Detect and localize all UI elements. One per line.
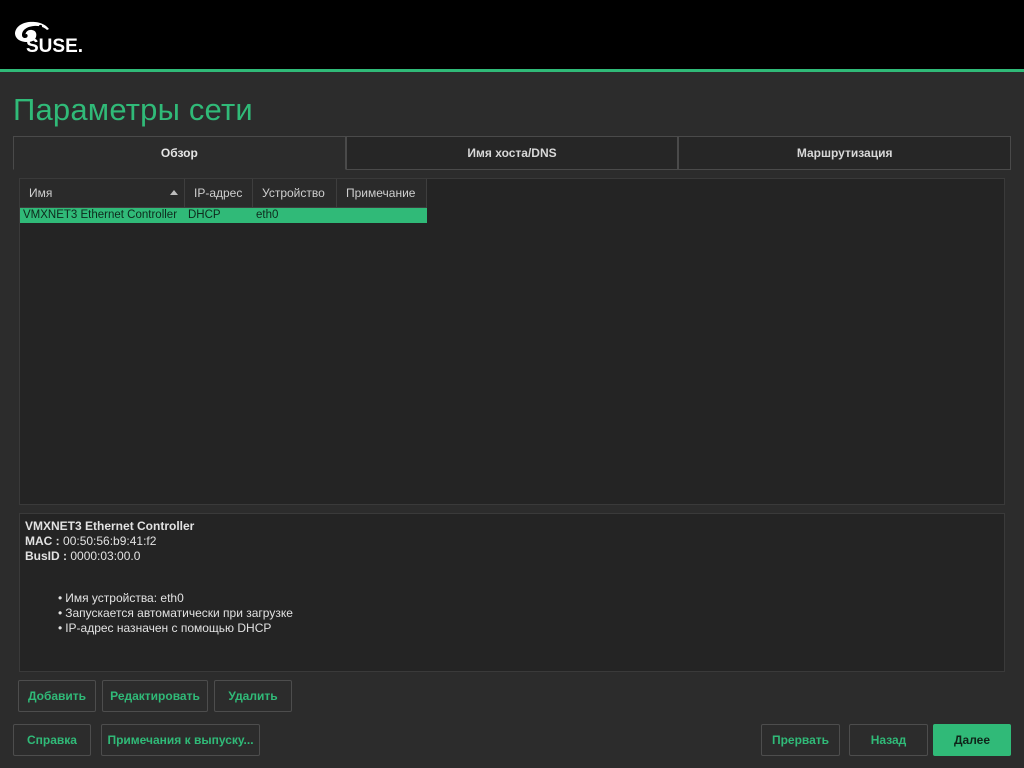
top-bar: SUSE. (0, 0, 1024, 69)
back-button[interactable]: Назад (849, 724, 928, 756)
mac-value: 00:50:56:b9:41:f2 (63, 534, 157, 548)
cell-ip: DHCP (188, 209, 221, 221)
device-title: VMXNET3 Ethernet Controller (25, 519, 195, 533)
device-properties-list: Имя устройства: eth0 Запускается автомат… (25, 591, 999, 636)
delete-button[interactable]: Удалить (214, 680, 292, 712)
table-row[interactable]: VMXNET3 Ethernet Controller DHCP eth0 (20, 208, 427, 223)
svg-text:SUSE.: SUSE. (26, 36, 83, 56)
column-header-name[interactable]: Имя (20, 179, 185, 208)
add-button[interactable]: Добавить (18, 680, 96, 712)
cell-name: VMXNET3 Ethernet Controller (23, 209, 178, 221)
mac-line: MAC : 00:50:56:b9:41:f2 (25, 534, 999, 549)
column-header-label: Примечание (346, 186, 416, 200)
mac-label: MAC : (25, 534, 60, 548)
network-devices-table: Имя IP-адрес Устройство Примечание VMXNE… (19, 178, 1005, 505)
column-header-label: IP-адрес (194, 186, 243, 200)
cell-device: eth0 (256, 209, 279, 221)
page-title: Параметры сети (13, 92, 253, 127)
header-accent-line (0, 69, 1024, 72)
edit-button[interactable]: Редактировать (102, 680, 208, 712)
column-header-note[interactable]: Примечание (337, 179, 427, 208)
next-button[interactable]: Далее (933, 724, 1011, 756)
sort-ascending-icon (170, 190, 178, 195)
busid-value: 0000:03:00.0 (70, 549, 141, 563)
tab-routing[interactable]: Маршрутизация (678, 136, 1012, 170)
list-item: IP-адрес назначен с помощью DHCP (58, 621, 999, 636)
tab-hostname-dns[interactable]: Имя хоста/DNS (345, 136, 679, 170)
list-item: Имя устройства: eth0 (58, 591, 999, 606)
tab-overview[interactable]: Обзор (13, 136, 346, 170)
column-header-label: Устройство (262, 186, 325, 200)
busid-line: BusID : 0000:03:00.0 (25, 549, 999, 564)
abort-button[interactable]: Прервать (761, 724, 840, 756)
column-header-device[interactable]: Устройство (253, 179, 337, 208)
column-header-ip[interactable]: IP-адрес (185, 179, 253, 208)
busid-label: BusID : (25, 549, 67, 563)
table-header: Имя IP-адрес Устройство Примечание (20, 179, 427, 208)
tab-bar: Обзор Имя хоста/DNS Маршрутизация (13, 136, 1012, 170)
suse-logo: SUSE. (13, 16, 93, 56)
device-details-panel: VMXNET3 Ethernet Controller MAC : 00:50:… (19, 513, 1005, 672)
column-header-label: Имя (29, 186, 53, 200)
help-button[interactable]: Справка (13, 724, 91, 756)
cell-note (337, 208, 427, 223)
list-item: Запускается автоматически при загрузке (58, 606, 999, 621)
release-notes-button[interactable]: Примечания к выпуску... (101, 724, 260, 756)
